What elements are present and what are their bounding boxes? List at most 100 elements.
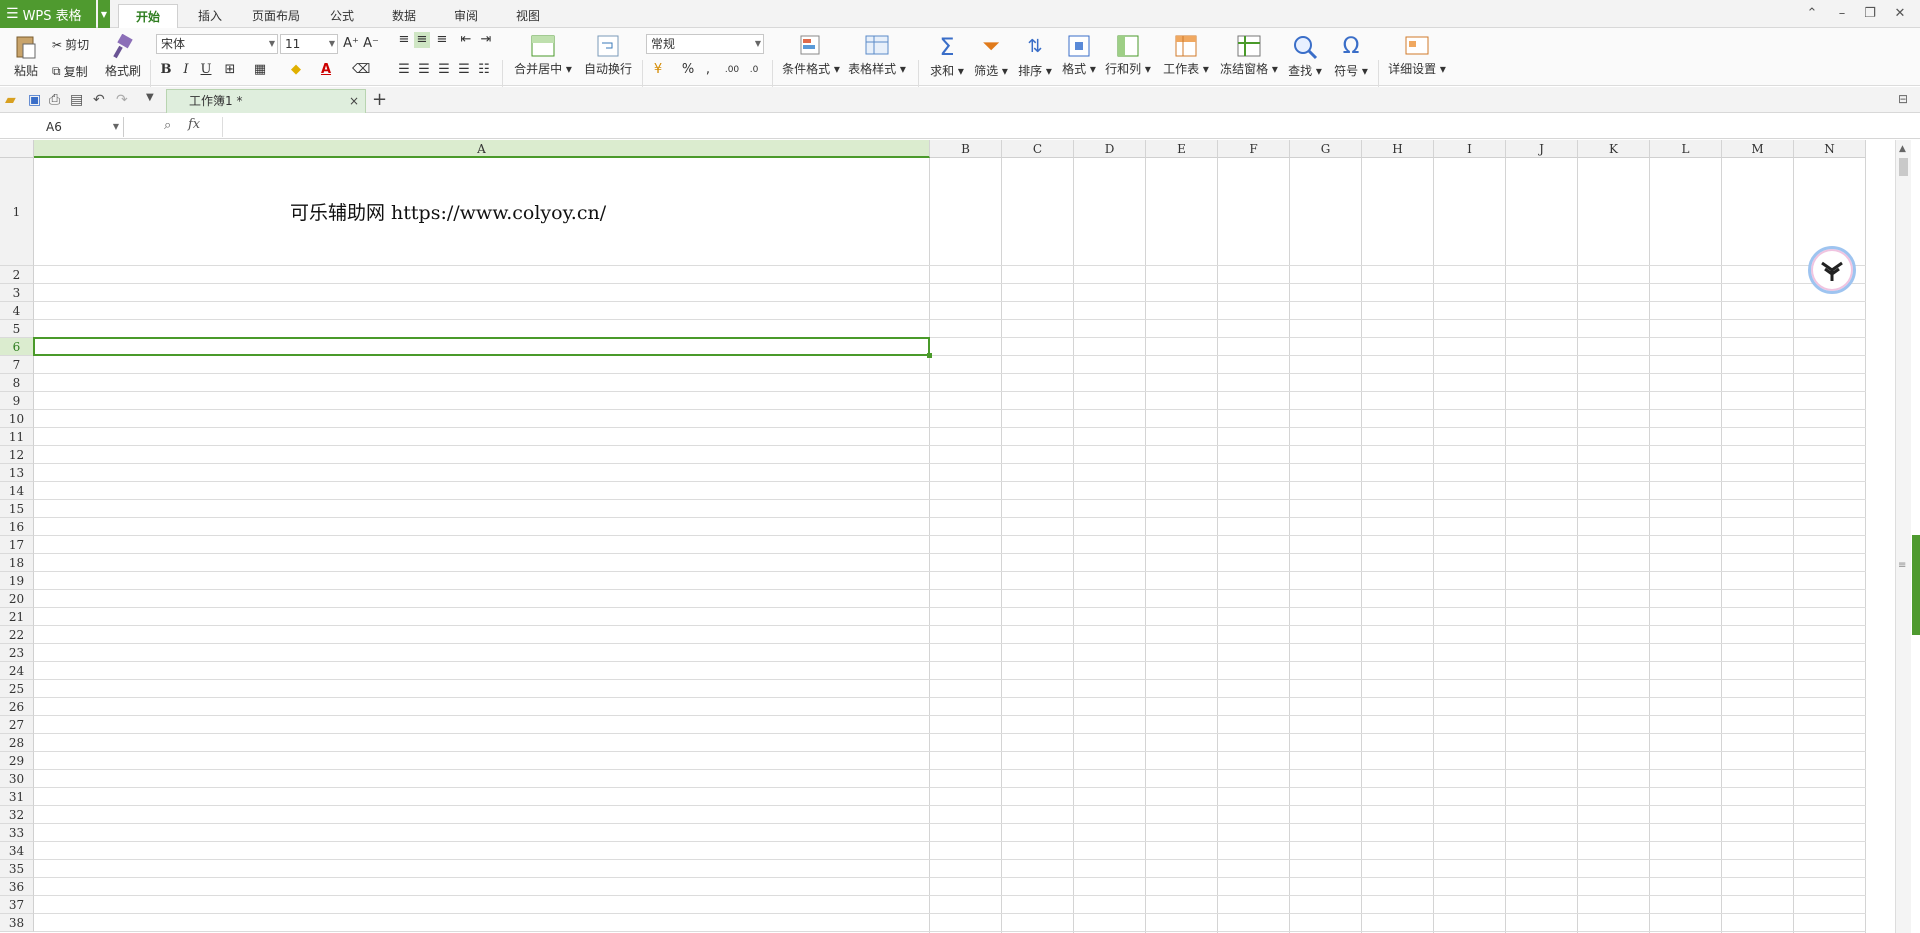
row-header-12[interactable]: 12	[0, 446, 34, 464]
row-header-33[interactable]: 33	[0, 824, 34, 842]
row-header-32[interactable]: 32	[0, 806, 34, 824]
app-menu-dropdown-icon[interactable]: ▼	[98, 0, 110, 28]
fill-color-icon[interactable]: ◆	[288, 62, 304, 78]
align-middle-icon[interactable]: ≡	[414, 32, 430, 48]
scrollbar-thumb[interactable]	[1899, 158, 1908, 176]
merge-center-button[interactable]: 合并居中 ▾	[510, 34, 576, 77]
format-button[interactable]: 格式 ▾	[1060, 34, 1098, 77]
borders-icon[interactable]: ⊞	[222, 62, 238, 78]
column-header-i[interactable]: I	[1434, 140, 1506, 158]
percent-button[interactable]: %	[680, 62, 696, 78]
scroll-up-icon[interactable]: ▲	[1899, 144, 1906, 154]
row-header-13[interactable]: 13	[0, 464, 34, 482]
column-header-n[interactable]: N	[1794, 140, 1866, 158]
row-header-29[interactable]: 29	[0, 752, 34, 770]
row-header-38[interactable]: 38	[0, 914, 34, 932]
freeze-panes-button[interactable]: 冻结窗格 ▾	[1218, 34, 1280, 77]
align-center-icon[interactable]: ☰	[416, 62, 432, 78]
side-panel-toggle[interactable]	[1912, 535, 1920, 635]
format-painter-button[interactable]: 格式刷	[102, 34, 144, 79]
row-header-17[interactable]: 17	[0, 536, 34, 554]
row-header-37[interactable]: 37	[0, 896, 34, 914]
row-header-18[interactable]: 18	[0, 554, 34, 572]
tab-review[interactable]: 审阅	[442, 4, 490, 28]
column-header-e[interactable]: E	[1146, 140, 1218, 158]
row-header-35[interactable]: 35	[0, 860, 34, 878]
window-options-icon[interactable]: ⊟	[1898, 92, 1914, 108]
row-header-36[interactable]: 36	[0, 878, 34, 896]
fill-handle[interactable]	[927, 353, 932, 358]
zoom-function-icon[interactable]: ⌕	[164, 118, 171, 133]
row-header-7[interactable]: 7	[0, 356, 34, 374]
column-header-j[interactable]: J	[1506, 140, 1578, 158]
currency-icon[interactable]: ¥	[650, 62, 666, 78]
tab-insert[interactable]: 插入	[186, 4, 234, 28]
column-header-k[interactable]: K	[1578, 140, 1650, 158]
column-header-g[interactable]: G	[1290, 140, 1362, 158]
fx-icon[interactable]: fx	[188, 117, 200, 132]
tab-page-layout[interactable]: 页面布局	[246, 4, 306, 28]
sort-button[interactable]: ⇅ 排序 ▾	[1016, 34, 1054, 79]
row-header-22[interactable]: 22	[0, 626, 34, 644]
align-top-icon[interactable]: ≡	[396, 32, 412, 48]
column-header-d[interactable]: D	[1074, 140, 1146, 158]
column-header-h[interactable]: H	[1362, 140, 1434, 158]
row-header-19[interactable]: 19	[0, 572, 34, 590]
row-header-31[interactable]: 31	[0, 788, 34, 806]
row-header-2[interactable]: 2	[0, 266, 34, 284]
increase-decimal-icon[interactable]: .00	[724, 62, 740, 78]
open-folder-icon[interactable]: ▰	[5, 92, 21, 108]
active-cell-selection[interactable]	[33, 337, 930, 356]
row-header-14[interactable]: 14	[0, 482, 34, 500]
row-header-34[interactable]: 34	[0, 842, 34, 860]
bold-button[interactable]: B	[158, 62, 174, 78]
row-header-30[interactable]: 30	[0, 770, 34, 788]
row-header-9[interactable]: 9	[0, 392, 34, 410]
row-header-28[interactable]: 28	[0, 734, 34, 752]
row-header-1[interactable]: 1	[0, 158, 34, 266]
comma-button[interactable]: ,	[700, 62, 716, 78]
distributed-align-icon[interactable]: ☷	[476, 62, 492, 78]
column-header-m[interactable]: M	[1722, 140, 1794, 158]
clear-format-icon[interactable]: ⌫	[352, 62, 370, 78]
print-icon[interactable]: ⎙	[49, 92, 65, 108]
font-name-select[interactable]: 宋体 ▼	[156, 34, 278, 54]
column-header-a[interactable]: A	[34, 140, 930, 158]
column-header-f[interactable]: F	[1218, 140, 1290, 158]
select-all-corner[interactable]	[0, 140, 34, 158]
table-style-button[interactable]: 表格样式 ▾	[846, 34, 908, 77]
row-header-6[interactable]: 6	[0, 338, 34, 356]
row-header-21[interactable]: 21	[0, 608, 34, 626]
tab-home[interactable]: 开始	[118, 4, 178, 28]
font-color-icon[interactable]: A	[318, 62, 334, 78]
print-preview-icon[interactable]: ▤	[70, 92, 86, 108]
customize-toolbar-icon[interactable]: ▼	[146, 92, 162, 108]
row-header-3[interactable]: 3	[0, 284, 34, 302]
worksheet-button[interactable]: 工作表 ▾	[1160, 34, 1212, 77]
row-header-25[interactable]: 25	[0, 680, 34, 698]
detail-settings-button[interactable]: 详细设置 ▾	[1386, 34, 1448, 77]
tab-data[interactable]: 数据	[380, 4, 428, 28]
undo-icon[interactable]: ↶	[93, 92, 109, 108]
align-right-icon[interactable]: ☰	[436, 62, 452, 78]
formula-input[interactable]	[222, 117, 1912, 137]
column-header-l[interactable]: L	[1650, 140, 1722, 158]
align-bottom-icon[interactable]: ≡	[434, 32, 450, 48]
find-button[interactable]: 查找 ▾	[1286, 34, 1324, 79]
tab-formulas[interactable]: 公式	[318, 4, 366, 28]
column-header-c[interactable]: C	[1002, 140, 1074, 158]
row-header-8[interactable]: 8	[0, 374, 34, 392]
wrap-text-button[interactable]: 自动换行	[580, 34, 636, 77]
spreadsheet-grid[interactable]: A B C D E F G H I J K L M N 1 2 3 4 5 6 7 8 9 10 11 12 13 14 15 16 17 1…	[0, 140, 1895, 933]
increase-indent-icon[interactable]: ⇥	[478, 32, 494, 48]
tab-view[interactable]: 视图	[504, 4, 552, 28]
restore-icon[interactable]: ❐	[1860, 4, 1880, 24]
paste-button[interactable]: 粘贴	[8, 34, 44, 79]
app-menu-button[interactable]: ☰ WPS 表格	[0, 0, 96, 28]
decrease-font-icon[interactable]: A⁻	[363, 36, 379, 52]
align-left-icon[interactable]: ☰	[396, 62, 412, 78]
cell-style-icon[interactable]: ▦	[252, 62, 268, 78]
save-icon[interactable]: ▣	[28, 92, 44, 108]
vertical-scrollbar[interactable]: ▲	[1895, 140, 1911, 933]
cell-a1[interactable]: 可乐辅助网 https://www.colyoy.cn/	[290, 198, 606, 225]
